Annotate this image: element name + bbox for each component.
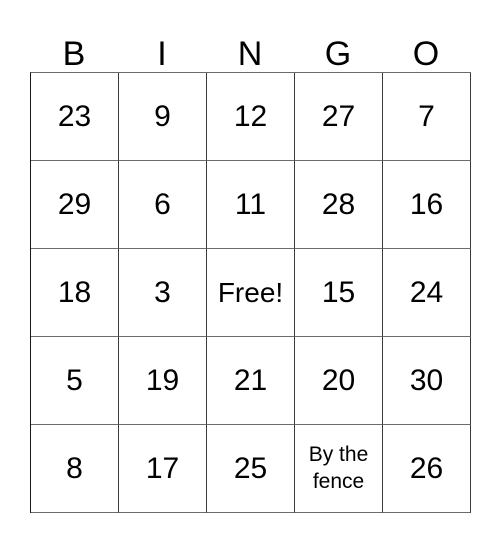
bingo-row: 18 3 Free! 15 24 — [31, 249, 471, 337]
bingo-cell-text: 8 — [66, 451, 83, 485]
bingo-grid: 23 9 12 27 7 29 6 11 28 16 18 3 Free! 15… — [30, 72, 471, 513]
bingo-cell[interactable]: 11 — [207, 161, 295, 249]
bingo-cell[interactable]: 24 — [383, 249, 471, 337]
bingo-row: 29 6 11 28 16 — [31, 161, 471, 249]
bingo-cell-text: 11 — [234, 187, 267, 221]
bingo-cell[interactable]: 23 — [31, 73, 119, 161]
bingo-row: 5 19 21 20 30 — [31, 337, 471, 425]
bingo-cell[interactable]: 8 — [31, 425, 119, 513]
bingo-cell-text: 9 — [154, 99, 171, 133]
bingo-cell-phrase[interactable]: By the fence — [295, 425, 383, 513]
bingo-cell-text: 18 — [57, 275, 92, 309]
bingo-cell[interactable]: 21 — [207, 337, 295, 425]
header-letter-text: O — [412, 35, 440, 73]
bingo-cell-text: 15 — [321, 275, 356, 309]
bingo-cell[interactable]: 20 — [295, 337, 383, 425]
bingo-cell-free[interactable]: Free! — [207, 249, 295, 337]
bingo-cell[interactable]: 26 — [383, 425, 471, 513]
header-letter-text: I — [157, 35, 167, 73]
bingo-cell-text: 16 — [409, 187, 444, 221]
bingo-cell-text: 27 — [321, 99, 356, 133]
bingo-cell[interactable]: 25 — [207, 425, 295, 513]
bingo-cell[interactable]: 6 — [119, 161, 207, 249]
bingo-header-letter-n: N — [206, 14, 294, 72]
bingo-cell[interactable]: 7 — [383, 73, 471, 161]
bingo-cell[interactable]: 5 — [31, 337, 119, 425]
bingo-cell-text: 3 — [154, 275, 171, 309]
bingo-cell-text: Free! — [217, 276, 284, 308]
bingo-cell-text: 29 — [57, 187, 92, 221]
bingo-cell-text: 12 — [233, 99, 268, 133]
bingo-cell[interactable]: 16 — [383, 161, 471, 249]
bingo-cell-text: 20 — [321, 363, 356, 397]
bingo-cell[interactable]: 30 — [383, 337, 471, 425]
bingo-cell-text: 30 — [409, 363, 444, 397]
bingo-header-letter-o: O — [382, 14, 470, 72]
bingo-header-letter-i: I — [118, 14, 206, 72]
bingo-cell[interactable]: 19 — [119, 337, 207, 425]
bingo-cell-text: 26 — [409, 451, 444, 485]
bingo-cell-text: 24 — [409, 275, 444, 309]
header-letter-text: N — [237, 35, 263, 73]
bingo-cell-text: 5 — [66, 363, 83, 397]
header-letter-text: G — [324, 35, 352, 73]
bingo-cell[interactable]: 18 — [31, 249, 119, 337]
bingo-row: 23 9 12 27 7 — [31, 73, 471, 161]
bingo-cell-text: 25 — [233, 451, 268, 485]
bingo-cell[interactable]: 3 — [119, 249, 207, 337]
header-letter-text: B — [62, 35, 86, 73]
bingo-cell[interactable]: 15 — [295, 249, 383, 337]
bingo-cell-text: 6 — [154, 187, 171, 221]
bingo-card: B I N G O 23 9 12 27 7 29 6 11 28 16 18 … — [0, 0, 500, 544]
bingo-cell[interactable]: 29 — [31, 161, 119, 249]
bingo-header-row: B I N G O — [30, 14, 470, 72]
bingo-cell-text: 17 — [145, 451, 180, 485]
bingo-cell-text: 7 — [418, 99, 435, 133]
bingo-cell[interactable]: 12 — [207, 73, 295, 161]
bingo-cell-text: 21 — [233, 363, 268, 397]
bingo-cell[interactable]: 27 — [295, 73, 383, 161]
bingo-cell[interactable]: 9 — [119, 73, 207, 161]
bingo-cell-text: By the fence — [308, 443, 369, 493]
bingo-cell[interactable]: 17 — [119, 425, 207, 513]
bingo-cell-text: 23 — [57, 99, 92, 133]
bingo-cell-text: 28 — [321, 187, 356, 221]
bingo-cell[interactable]: 28 — [295, 161, 383, 249]
bingo-header-letter-g: G — [294, 14, 382, 72]
bingo-cell-text: 19 — [145, 363, 180, 397]
bingo-row: 8 17 25 By the fence 26 — [31, 425, 471, 513]
bingo-header-letter-b: B — [30, 14, 118, 72]
